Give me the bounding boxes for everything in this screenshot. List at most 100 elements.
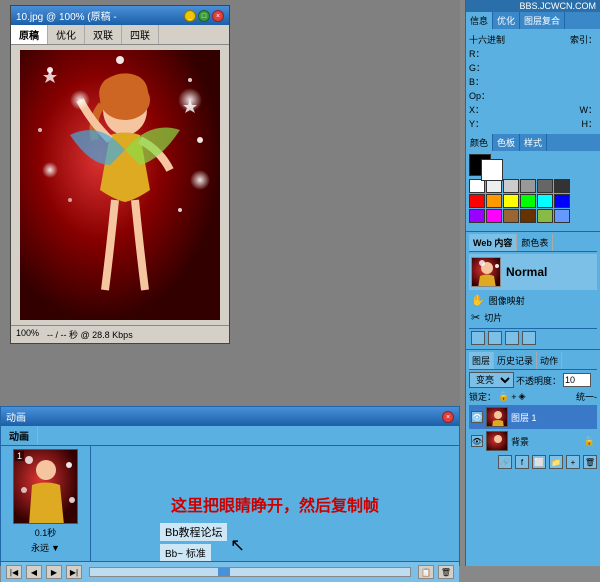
delete-frame-btn[interactable]: 🗑: [438, 565, 454, 579]
normal-item[interactable]: Normal: [469, 254, 597, 290]
swatch-gray2[interactable]: [520, 179, 536, 193]
lock-icon-2[interactable]: +: [511, 392, 516, 402]
index-label: 索引：: [570, 33, 597, 46]
prev-frame-btn[interactable]: ◀: [26, 565, 42, 579]
right-panel: BBS.JCWCN.COM 信息 优化 图层复合 十六进制 索引： R： G： …: [465, 0, 600, 566]
tab-actions[interactable]: 动作: [537, 352, 562, 369]
tab-animation[interactable]: 动画: [1, 426, 38, 445]
w-label: W：: [580, 103, 598, 116]
frame-thumb-1[interactable]: 1: [13, 449, 78, 524]
tab-web-content[interactable]: Web 内容: [469, 234, 517, 251]
layer-visibility-1[interactable]: 👁: [471, 411, 483, 423]
normal-icon: [471, 257, 501, 287]
close-button[interactable]: ×: [212, 10, 224, 22]
image-tabs: 原稿 优化 双联 四联: [11, 25, 229, 45]
b-row: B：: [469, 75, 597, 88]
opacity-input[interactable]: [563, 373, 591, 387]
swatch-cyan[interactable]: [537, 194, 553, 208]
opacity-control: 不透明度：: [516, 373, 591, 387]
background-layer-name: 背景: [511, 435, 581, 448]
animation-titlebar: 动画 ×: [1, 407, 459, 426]
play-btn[interactable]: ▶: [46, 565, 62, 579]
lock-icon-3[interactable]: ◈: [519, 391, 526, 402]
tab-original[interactable]: 原稿: [11, 25, 48, 44]
layer-row-bg[interactable]: 👁 背景 🔒: [469, 429, 597, 453]
slice-icon: ✂: [471, 311, 480, 324]
blend-mode-dropdown[interactable]: 变亮: [469, 372, 514, 388]
tab-info[interactable]: 信息: [466, 12, 493, 29]
layer-visibility-bg[interactable]: 👁: [471, 435, 483, 447]
swatch-lightblue[interactable]: [554, 209, 570, 223]
layer-delete-btn[interactable]: 🗑: [583, 455, 597, 469]
swatch-magenta[interactable]: [486, 209, 502, 223]
action-icon-4[interactable]: [522, 331, 536, 345]
background-color[interactable]: [481, 159, 503, 181]
tab-dual[interactable]: 双联: [85, 25, 122, 44]
window-controls: _ □ ×: [184, 10, 224, 22]
zoom-level: 100%: [16, 328, 39, 341]
tab-optimize[interactable]: 优化: [48, 25, 85, 44]
tab-optimize-right[interactable]: 优化: [493, 12, 520, 29]
tab-layers[interactable]: 图层: [469, 352, 494, 369]
swatch-red[interactable]: [469, 194, 485, 208]
frame-number: 1: [15, 451, 24, 461]
frame-loop: 永远 ▼: [31, 541, 60, 554]
tab-color[interactable]: 颜色: [466, 134, 493, 151]
swatch-gray1[interactable]: [503, 179, 519, 193]
swatch-lightgray[interactable]: [486, 179, 502, 193]
next-frame-btn[interactable]: ▶|: [66, 565, 82, 579]
swatch-darkbrown[interactable]: [520, 209, 536, 223]
first-frame-btn[interactable]: |◀: [6, 565, 22, 579]
minimize-button[interactable]: _: [184, 10, 196, 22]
layer-style-btn[interactable]: f: [515, 455, 529, 469]
op-row: Op：: [469, 89, 597, 102]
imagemap-item[interactable]: ✋ 图像映射: [469, 292, 597, 309]
info-section: 十六进制 索引： R： G： B： Op： X： W： Y： H：: [466, 29, 600, 134]
tab-color-table[interactable]: 颜色表: [517, 234, 553, 251]
swatch-yellow[interactable]: [503, 194, 519, 208]
lock-icon-1[interactable]: 🔒: [498, 391, 509, 402]
copy-frame-btn[interactable]: 📋: [418, 565, 434, 579]
image-figure: [20, 50, 220, 320]
swatch-white[interactable]: [469, 179, 485, 193]
swatch-gray3[interactable]: [537, 179, 553, 193]
swatch-blue[interactable]: [554, 194, 570, 208]
animation-close-btn[interactable]: ×: [442, 411, 454, 423]
layer-group-btn[interactable]: 📁: [549, 455, 563, 469]
swatch-green[interactable]: [520, 194, 536, 208]
unify-label: 统一-: [576, 390, 597, 403]
frame-area: 1 0.1秒: [1, 446, 91, 561]
action-icon-2[interactable]: [488, 331, 502, 345]
image-window-title: 10.jpg @ 100% (原稿 -: [16, 8, 117, 23]
image-statusbar: 100% -- / -- 秒 @ 28.8 Kbps: [11, 325, 229, 343]
layer-actions: 🔗 f ⬜ 📁 + 🗑: [469, 455, 597, 469]
tab-palette[interactable]: 色板: [493, 134, 520, 151]
swatch-brown[interactable]: [503, 209, 519, 223]
action-icon-3[interactable]: [505, 331, 519, 345]
hw-row: Y： H：: [469, 117, 597, 130]
loop-chevron-icon[interactable]: ▼: [51, 543, 60, 553]
slice-item[interactable]: ✂ 切片: [469, 309, 597, 326]
layer-new-btn[interactable]: +: [566, 455, 580, 469]
layer-mask-btn[interactable]: ⬜: [532, 455, 546, 469]
slice-label: 切片: [484, 311, 502, 324]
action-icon-1[interactable]: [471, 331, 485, 345]
layers-section: 图层 历史记录 动作 变亮 不透明度： 锁定： 🔒 + ◈ 统一- 👁: [466, 349, 600, 566]
swatch-purple[interactable]: [469, 209, 485, 223]
swatch-darkgray[interactable]: [554, 179, 570, 193]
watermark-bottom-text: Bb~ 标准: [165, 549, 206, 560]
swatch-orange[interactable]: [486, 194, 502, 208]
layer-thumb-bg: [486, 431, 508, 451]
tab-styles[interactable]: 样式: [520, 134, 547, 151]
maximize-button[interactable]: □: [198, 10, 210, 22]
tab-layer-merge[interactable]: 图层复合: [520, 12, 565, 29]
tab-quad[interactable]: 四联: [122, 25, 159, 44]
progress-bar[interactable]: [89, 567, 411, 577]
frame-delay: 0.1秒: [35, 526, 57, 539]
tab-history[interactable]: 历史记录: [494, 352, 537, 369]
layer-link-btn[interactable]: 🔗: [498, 455, 512, 469]
animation-title: 动画: [6, 409, 26, 424]
swatch-lime[interactable]: [537, 209, 553, 223]
image-window: 10.jpg @ 100% (原稿 - _ □ × 原稿 优化 双联 四联: [10, 5, 230, 344]
layer-row-1[interactable]: 👁 图层 1: [469, 405, 597, 429]
